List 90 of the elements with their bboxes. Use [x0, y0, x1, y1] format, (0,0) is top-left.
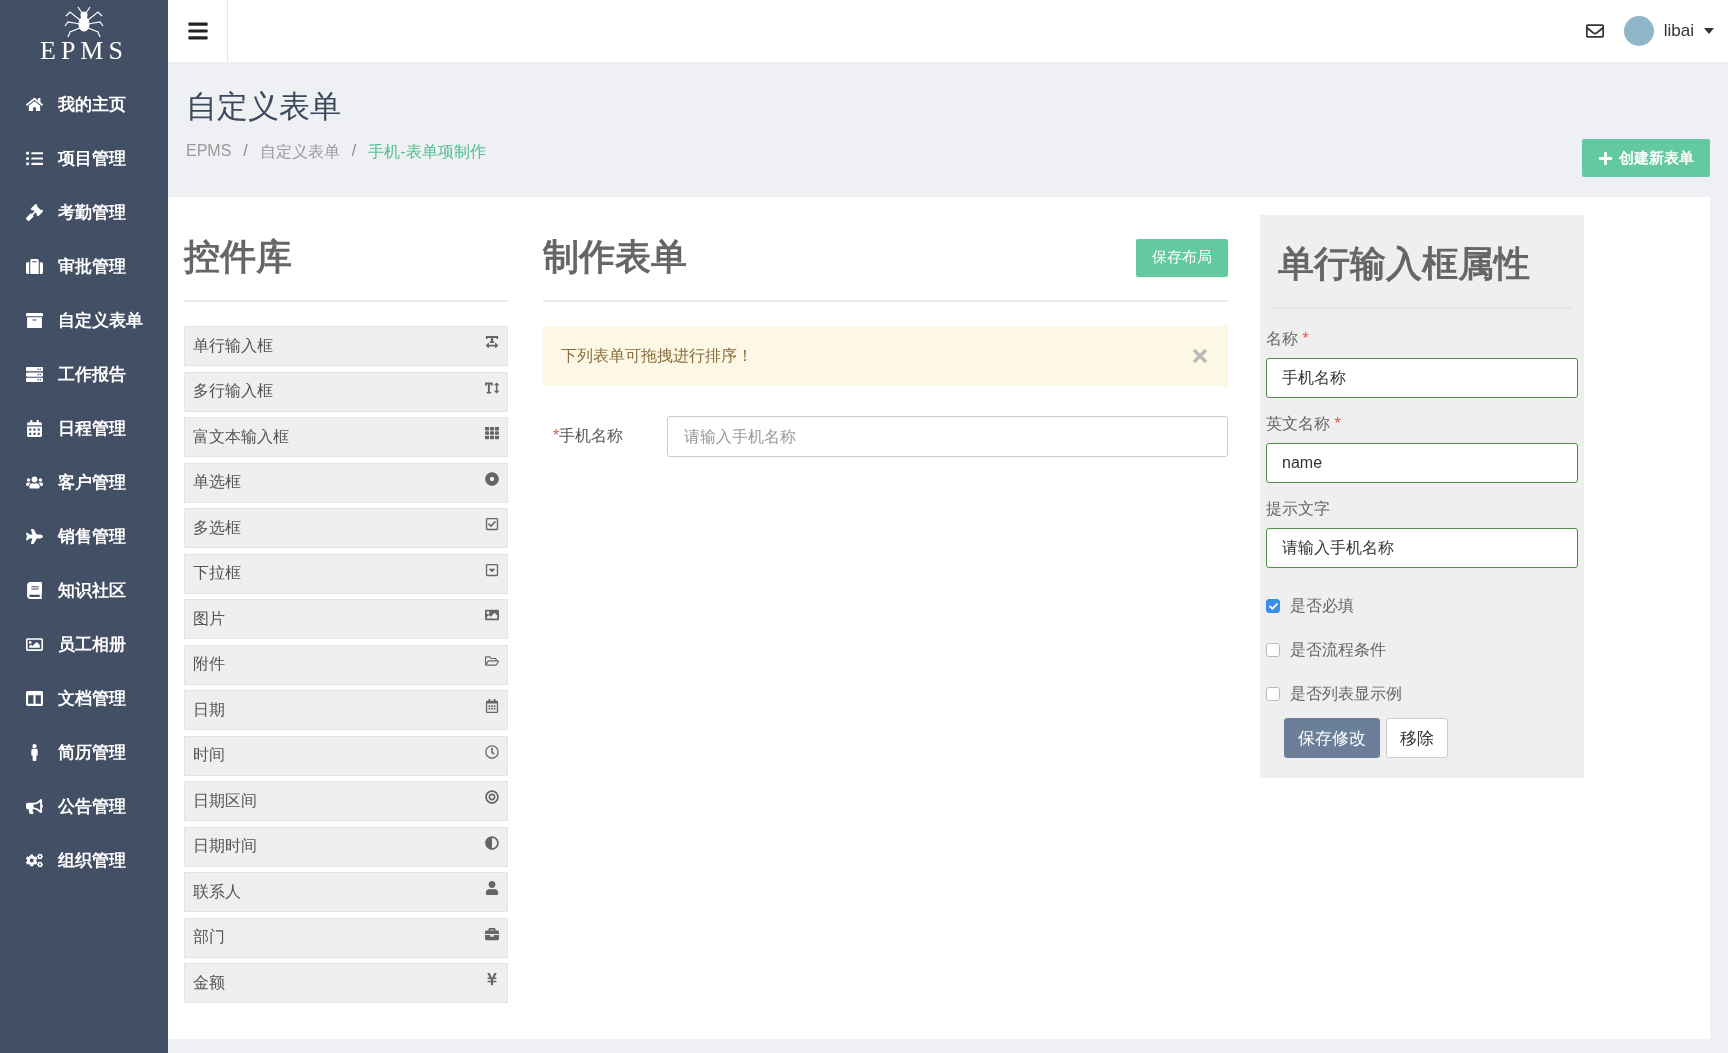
- archive-icon: [24, 311, 44, 329]
- field-label: *手机名称: [553, 426, 625, 446]
- sidebar-item[interactable]: 知识社区: [0, 563, 168, 617]
- breadcrumb-separator: /: [243, 142, 248, 161]
- user-menu[interactable]: libai: [1623, 16, 1714, 46]
- checkbox[interactable]: [1266, 599, 1280, 613]
- sidebar-item[interactable]: 公告管理: [0, 779, 168, 833]
- checkbox-label: 是否必填: [1290, 595, 1354, 616]
- spider-logo-icon: [64, 6, 104, 38]
- target-icon: [485, 790, 499, 804]
- sidebar-item[interactable]: 我的主页: [0, 77, 168, 131]
- list-icon: [24, 149, 44, 167]
- control-item[interactable]: 单选框: [184, 462, 508, 503]
- sidebar-item[interactable]: 项目管理: [0, 131, 168, 185]
- sidebar-item[interactable]: 自定义表单: [0, 293, 168, 347]
- control-item[interactable]: 日期区间: [184, 781, 508, 821]
- input-field[interactable]: 请输入手机名称: [667, 416, 1228, 457]
- control-item[interactable]: 日期时间: [184, 826, 508, 867]
- control-item[interactable]: 下拉框: [184, 553, 508, 594]
- checkbox-label: 是否流程条件: [1290, 639, 1386, 660]
- radio-icon: [485, 471, 499, 486]
- sidebar-item[interactable]: 文档管理: [0, 671, 168, 725]
- control-item[interactable]: 富文本输入框: [184, 417, 508, 457]
- input-field[interactable]: 手机名称: [1266, 358, 1578, 398]
- sidebar-item[interactable]: 销售管理: [0, 509, 168, 563]
- sidebar-item[interactable]: 日程管理: [0, 401, 168, 455]
- control-item[interactable]: 日期: [184, 690, 508, 730]
- close-button[interactable]: [1190, 346, 1210, 366]
- book-icon: [24, 581, 44, 599]
- columns-icon: [24, 689, 44, 707]
- control-item[interactable]: 单行输入框: [184, 326, 508, 366]
- alert-text: 下列表单可拖拽进行排序！: [561, 345, 753, 366]
- calendar-icon: [485, 699, 499, 713]
- control-item[interactable]: 时间: [184, 735, 508, 776]
- home-icon: [24, 95, 44, 113]
- page-title: 自定义表单: [186, 88, 342, 126]
- user-icon: [485, 881, 499, 895]
- contrast-icon: [485, 835, 499, 850]
- sidebar-item[interactable]: 考勤管理: [0, 185, 168, 239]
- field-label: 英文名称 *: [1266, 414, 1342, 434]
- control-item[interactable]: 联系人: [184, 872, 508, 912]
- yen-icon: [485, 972, 499, 986]
- clock-icon: [485, 744, 499, 759]
- field-label: 名称 *: [1266, 329, 1310, 349]
- caret-icon: [1704, 28, 1714, 34]
- megaphone-icon: [24, 797, 44, 815]
- control-item[interactable]: 附件: [184, 644, 508, 685]
- sidebar-item[interactable]: 审批管理: [0, 239, 168, 293]
- remove-button[interactable]: 移除: [1386, 718, 1448, 758]
- checkbox[interactable]: [1266, 643, 1280, 657]
- control-item[interactable]: 金额: [184, 963, 508, 1003]
- text-icon: [485, 335, 499, 349]
- plane-icon: [24, 527, 44, 545]
- checkbox-label: 是否列表显示例: [1290, 683, 1402, 704]
- avatar: [1623, 16, 1654, 46]
- control-item[interactable]: 部门: [184, 917, 508, 958]
- breadcrumb-separator: /: [351, 142, 357, 161]
- gavel-icon: [24, 203, 44, 221]
- folder-icon: [485, 653, 499, 668]
- panel-title: 单行输入框属性: [1272, 221, 1572, 309]
- section-title: 制作表单: [543, 235, 687, 279]
- sidebar-item[interactable]: 员工相册: [0, 617, 168, 671]
- save-button[interactable]: 保存修改: [1284, 718, 1380, 758]
- control-item[interactable]: 多选框: [184, 508, 508, 548]
- sidebar-item[interactable]: 简历管理: [0, 725, 168, 779]
- sidebar-item[interactable]: 组织管理: [0, 833, 168, 887]
- checkbox[interactable]: [1266, 687, 1280, 701]
- gears-icon: [24, 851, 44, 869]
- checkbox-icon: [485, 517, 499, 531]
- briefcase-icon: [485, 926, 499, 941]
- grid-icon: [485, 426, 499, 440]
- input-field[interactable]: 请输入手机名称: [1266, 528, 1578, 568]
- sidebar-item[interactable]: 工作报告: [0, 347, 168, 401]
- menu-icon: [186, 20, 209, 42]
- sidebar-item[interactable]: 客户管理: [0, 455, 168, 509]
- image-icon: [24, 635, 44, 653]
- field-label: 提示文字: [1266, 499, 1331, 519]
- input-field[interactable]: name: [1266, 443, 1578, 483]
- dropdown-icon: [485, 562, 499, 577]
- plus-icon: [1598, 150, 1613, 166]
- image-icon: [485, 608, 499, 622]
- suitcase-icon: [24, 257, 44, 275]
- envelope-icon: [1585, 22, 1604, 40]
- section-title: 控件库: [184, 235, 292, 279]
- calendar-icon: [24, 419, 44, 437]
- text-height-icon: [485, 380, 499, 395]
- control-item[interactable]: 多行输入框: [184, 371, 508, 412]
- logo-text: EPMS: [40, 38, 128, 64]
- stack-icon: [24, 365, 44, 383]
- control-item[interactable]: 图片: [184, 599, 508, 639]
